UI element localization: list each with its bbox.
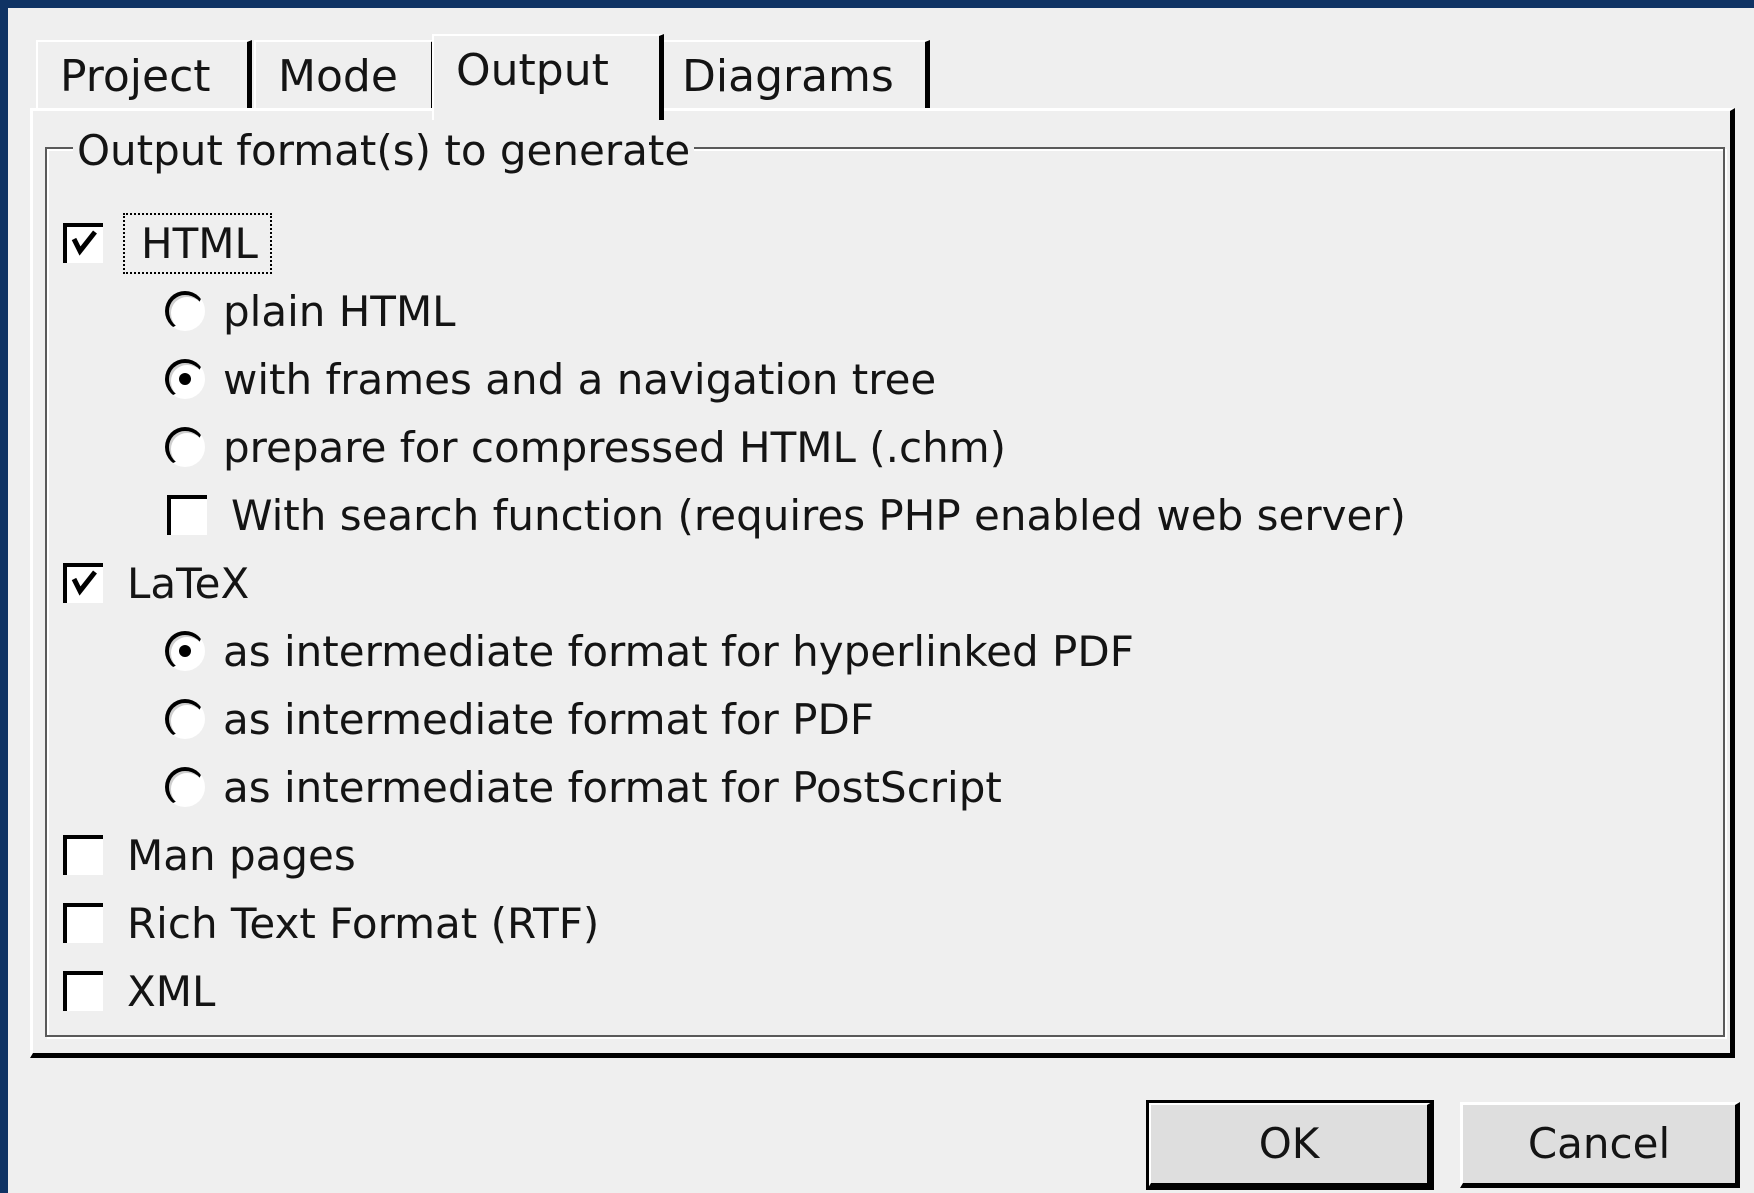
output-settings-dialog: Project Mode Output Diagrams Output form… xyxy=(8,8,1754,1193)
html-plain-radio-row[interactable]: plain HTML xyxy=(165,283,456,339)
html-search-checkbox-row[interactable]: With search function (requires PHP enabl… xyxy=(167,487,1406,543)
html-chm-radio-label: prepare for compressed HTML (.chm) xyxy=(223,422,1007,472)
latex-hyperlinked-pdf-radio-label: as intermediate format for hyperlinked P… xyxy=(223,626,1134,676)
man-pages-checkbox-row[interactable]: Man pages xyxy=(63,827,356,883)
rtf-checkbox-label: Rich Text Format (RTF) xyxy=(127,898,600,948)
xml-checkbox-row[interactable]: XML xyxy=(63,963,215,1019)
tab-project-label: Project xyxy=(60,51,211,102)
xml-checkbox-label: XML xyxy=(127,966,216,1016)
latex-postscript-radio-label: as intermediate format for PostScript xyxy=(223,762,1002,812)
latex-checkbox-label: LaTeX xyxy=(127,558,250,608)
cancel-button[interactable]: Cancel xyxy=(1460,1102,1740,1188)
latex-pdf-radio-row[interactable]: as intermediate format for PDF xyxy=(165,691,874,747)
ok-button[interactable]: OK xyxy=(1146,1100,1434,1190)
latex-pdf-radio-label: as intermediate format for PDF xyxy=(223,694,874,744)
radio-selected-dot xyxy=(179,645,191,657)
tab-mode[interactable]: Mode xyxy=(254,40,436,116)
html-search-checkbox[interactable] xyxy=(167,495,207,535)
radio-selected-dot xyxy=(179,373,191,385)
latex-postscript-radio[interactable] xyxy=(165,767,205,807)
html-chm-radio[interactable] xyxy=(165,427,205,467)
latex-hyperlinked-pdf-radio[interactable] xyxy=(165,631,205,671)
rtf-checkbox-row[interactable]: Rich Text Format (RTF) xyxy=(63,895,599,951)
rtf-checkbox[interactable] xyxy=(63,903,103,943)
html-plain-radio-label: plain HTML xyxy=(223,286,456,336)
man-pages-checkbox-label: Man pages xyxy=(127,830,356,880)
html-checkbox[interactable] xyxy=(63,223,103,263)
man-pages-checkbox[interactable] xyxy=(63,835,103,875)
html-frames-radio-label: with frames and a navigation tree xyxy=(223,354,937,404)
html-search-checkbox-label: With search function (requires PHP enabl… xyxy=(231,490,1406,540)
html-chm-radio-row[interactable]: prepare for compressed HTML (.chm) xyxy=(165,419,1006,475)
tab-diagrams[interactable]: Diagrams xyxy=(658,40,930,116)
latex-postscript-radio-row[interactable]: as intermediate format for PostScript xyxy=(165,759,1002,815)
tab-mode-label: Mode xyxy=(278,51,398,102)
latex-hyperlinked-pdf-radio-row[interactable]: as intermediate format for hyperlinked P… xyxy=(165,623,1134,679)
tab-output[interactable]: Output xyxy=(432,34,664,120)
tab-diagrams-label: Diagrams xyxy=(682,51,894,102)
tab-project[interactable]: Project xyxy=(36,40,252,116)
html-frames-radio-row[interactable]: with frames and a navigation tree xyxy=(165,351,936,407)
latex-checkbox-row[interactable]: LaTeX xyxy=(63,555,249,611)
html-frames-radio[interactable] xyxy=(165,359,205,399)
tab-output-label: Output xyxy=(456,45,609,96)
html-checkbox-row[interactable]: HTML xyxy=(63,212,272,274)
html-plain-radio[interactable] xyxy=(165,291,205,331)
output-tab-panel: Output format(s) to generate HTML plain … xyxy=(30,108,1735,1058)
latex-checkbox[interactable] xyxy=(63,563,103,603)
output-formats-group-title: Output format(s) to generate xyxy=(73,127,695,175)
latex-pdf-radio[interactable] xyxy=(165,699,205,739)
html-checkbox-label: HTML xyxy=(123,212,272,274)
xml-checkbox[interactable] xyxy=(63,971,103,1011)
